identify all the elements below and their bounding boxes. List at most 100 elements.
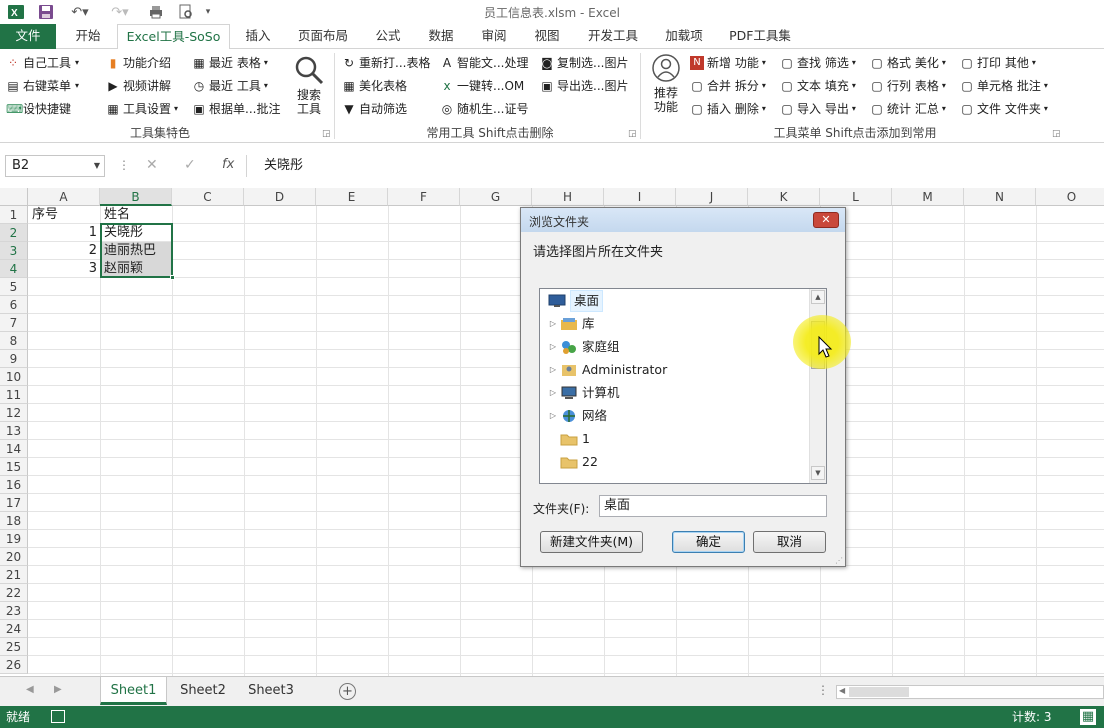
resize-grip-icon[interactable]: ⋰ (835, 556, 843, 565)
column-header-E[interactable]: E (316, 188, 388, 206)
group-launcher-icon[interactable]: ◲ (628, 129, 637, 139)
column-header-O[interactable]: O (1036, 188, 1104, 206)
right-click-menu-button[interactable]: ▤ 右键菜单 ▾ (6, 76, 79, 96)
tab-data[interactable]: 数据 (419, 24, 463, 49)
rows-columns-button[interactable]: ▢ 行列 表格 ▾ (870, 76, 946, 96)
feature-intro-button[interactable]: ▮ 功能介绍 (106, 53, 171, 73)
add-sheet-icon[interactable]: + (339, 683, 356, 700)
close-icon[interactable]: ✕ (813, 212, 839, 228)
column-header-I[interactable]: I (604, 188, 676, 206)
reopen-table-button[interactable]: ↻ 重新打...表格 (342, 53, 430, 73)
recent-tools-button[interactable]: ◷ 最近 工具 ▾ (192, 76, 268, 96)
row-header-6[interactable]: 6 (0, 296, 28, 314)
horizontal-scrollbar[interactable]: ◀ (836, 685, 1104, 699)
group-launcher-icon[interactable]: ◲ (322, 129, 331, 139)
copy-as-image-button[interactable]: ◙ 复制选...图片 (540, 53, 628, 73)
tab-excel-tools-soso[interactable]: Excel工具-SoSo (117, 24, 230, 50)
folder-tree[interactable]: 桌面 ▷ 库 ▷ 家庭组 ▷ Administrator ▷ 计算机 ▷ 网络 … (539, 288, 827, 484)
tree-item-desktop[interactable]: 桌面 (546, 290, 604, 312)
group-launcher-icon[interactable]: ◲ (1052, 129, 1061, 139)
tab-home[interactable]: 开始 (64, 24, 112, 49)
enter-icon[interactable]: ✓ (184, 157, 196, 173)
name-box[interactable]: B2 ▼ (5, 155, 105, 177)
column-header-D[interactable]: D (244, 188, 316, 206)
row-header-11[interactable]: 11 (0, 386, 28, 404)
sheet-tab-sheet1[interactable]: Sheet1 (100, 677, 167, 705)
column-header-A[interactable]: A (28, 188, 100, 206)
ok-button[interactable]: 确定 (672, 531, 745, 553)
tab-file[interactable]: 文件 (0, 24, 56, 49)
row-header-12[interactable]: 12 (0, 404, 28, 422)
beautify-table-button[interactable]: ▦ 美化表格 (342, 76, 407, 96)
tab-pdf-tools[interactable]: PDF工具集 (722, 24, 798, 49)
tree-item-library[interactable]: ▷ 库 (548, 314, 595, 334)
expand-arrow-icon[interactable]: ▷ (548, 360, 558, 380)
set-shortcut-button[interactable]: ⌨ 设快捷键 (6, 99, 71, 119)
scroll-down-icon[interactable]: ▼ (811, 466, 825, 480)
cell-A3[interactable]: 2 (29, 242, 100, 260)
row-header-21[interactable]: 21 (0, 566, 28, 584)
expand-arrow-icon[interactable]: ▷ (548, 383, 558, 403)
row-header-2[interactable]: 2 (0, 224, 28, 242)
column-header-N[interactable]: N (964, 188, 1036, 206)
row-header-26[interactable]: 26 (0, 656, 28, 674)
expand-arrow-icon[interactable]: ▷ (548, 337, 558, 357)
formula-input[interactable]: 关晓彤 (250, 155, 1100, 177)
comment-by-cell-button[interactable]: ▣ 根据单...批注 (192, 99, 280, 119)
column-header-G[interactable]: G (460, 188, 532, 206)
insert-function-icon[interactable]: fx (222, 157, 234, 172)
insert-delete-button[interactable]: ▢ 插入 删除 ▾ (690, 99, 766, 119)
tree-item-folder-1[interactable]: 1 (558, 429, 590, 449)
cell-comment-button[interactable]: ▢ 单元格 批注 ▾ (960, 76, 1048, 96)
file-folder-button[interactable]: ▢ 文件 文件夹 ▾ (960, 99, 1048, 119)
row-header-8[interactable]: 8 (0, 332, 28, 350)
tab-insert[interactable]: 插入 (236, 24, 280, 49)
folder-input[interactable]: 桌面 (599, 495, 827, 517)
export-image-button[interactable]: ▣ 导出选...图片 (540, 76, 628, 96)
tree-item-folder-22[interactable]: 22 (558, 452, 598, 472)
column-header-B[interactable]: B (100, 188, 172, 206)
expand-arrow-icon[interactable]: ▷ (548, 406, 558, 426)
row-header-3[interactable]: 3 (0, 242, 28, 260)
format-beautify-button[interactable]: ▢ 格式 美化 ▾ (870, 53, 946, 73)
row-header-23[interactable]: 23 (0, 602, 28, 620)
sheet-tab-sheet2[interactable]: Sheet2 (170, 677, 236, 705)
tree-item-homegroup[interactable]: ▷ 家庭组 (548, 337, 620, 357)
cell-A2[interactable]: 1 (29, 224, 100, 242)
sheet-tab-sheet3[interactable]: Sheet3 (238, 677, 304, 705)
macro-record-icon[interactable] (51, 710, 65, 723)
column-header-C[interactable]: C (172, 188, 244, 206)
row-header-1[interactable]: 1 (0, 206, 28, 224)
tree-item-network[interactable]: ▷ 网络 (548, 406, 607, 426)
tab-developer[interactable]: 开发工具 (580, 24, 646, 49)
cell-A4[interactable]: 3 (29, 260, 100, 278)
cell-A1[interactable]: 序号 (29, 206, 100, 224)
normal-view-icon[interactable]: ▦ (1080, 709, 1096, 725)
row-header-4[interactable]: 4 (0, 260, 28, 278)
import-export-button[interactable]: ▢ 导入 导出 ▾ (780, 99, 856, 119)
row-header-20[interactable]: 20 (0, 548, 28, 566)
expand-arrow-icon[interactable]: ▷ (548, 314, 558, 334)
cancel-button[interactable]: 取消 (753, 531, 826, 553)
splitter-icon[interactable]: ⋮ (817, 683, 829, 697)
row-header-25[interactable]: 25 (0, 638, 28, 656)
random-id-button[interactable]: ◎ 随机生...证号 (440, 99, 529, 119)
column-header-L[interactable]: L (820, 188, 892, 206)
scroll-up-icon[interactable]: ▲ (811, 290, 825, 304)
new-feature-button[interactable]: N 新增 功能 ▾ (690, 53, 766, 73)
tool-settings-button[interactable]: ▦ 工具设置 ▾ (106, 99, 178, 119)
recommend-button[interactable]: 推荐 功能 (646, 53, 686, 119)
row-header-15[interactable]: 15 (0, 458, 28, 476)
scroll-thumb[interactable] (849, 687, 909, 697)
row-header-17[interactable]: 17 (0, 494, 28, 512)
stats-summary-button[interactable]: ▢ 统计 汇总 ▾ (870, 99, 946, 119)
tab-review[interactable]: 审阅 (472, 24, 516, 49)
scroll-left-icon[interactable]: ◀ (26, 684, 34, 695)
row-header-5[interactable]: 5 (0, 278, 28, 296)
print-other-button[interactable]: ▢ 打印 其他 ▾ (960, 53, 1036, 73)
video-tutorial-button[interactable]: ▶ 视频讲解 (106, 76, 171, 96)
tree-item-administrator[interactable]: ▷ Administrator (548, 360, 667, 380)
row-header-14[interactable]: 14 (0, 440, 28, 458)
my-tools-button[interactable]: ⁘ 自己工具 ▾ (6, 53, 79, 73)
tab-addins[interactable]: 加载项 (657, 24, 711, 49)
